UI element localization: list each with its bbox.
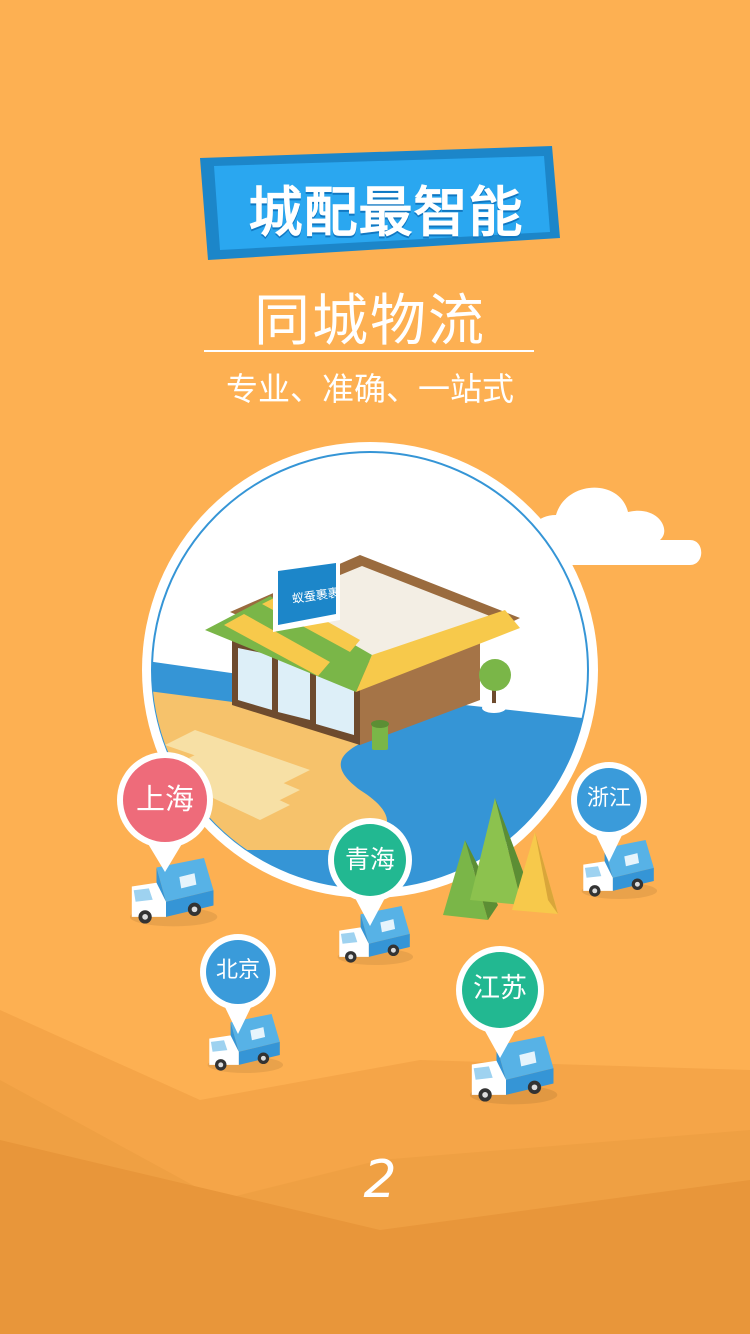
pin-label: 北京 [215, 958, 260, 984]
pin-label: 江苏 [473, 973, 527, 1005]
illustration-scene: 蚁蚕裹裹 [117, 442, 702, 1105]
trash-bin [371, 720, 389, 750]
pin-label: 浙江 [586, 786, 631, 812]
pin-label: 上海 [135, 782, 194, 817]
page-indicator: 2 [363, 1150, 397, 1210]
delivery-truck-icon [581, 840, 658, 900]
delivery-truck-icon [129, 858, 218, 927]
delivery-truck-icon [207, 1014, 284, 1074]
delivery-truck-icon [469, 1036, 558, 1105]
pin-label: 青海 [344, 844, 395, 874]
